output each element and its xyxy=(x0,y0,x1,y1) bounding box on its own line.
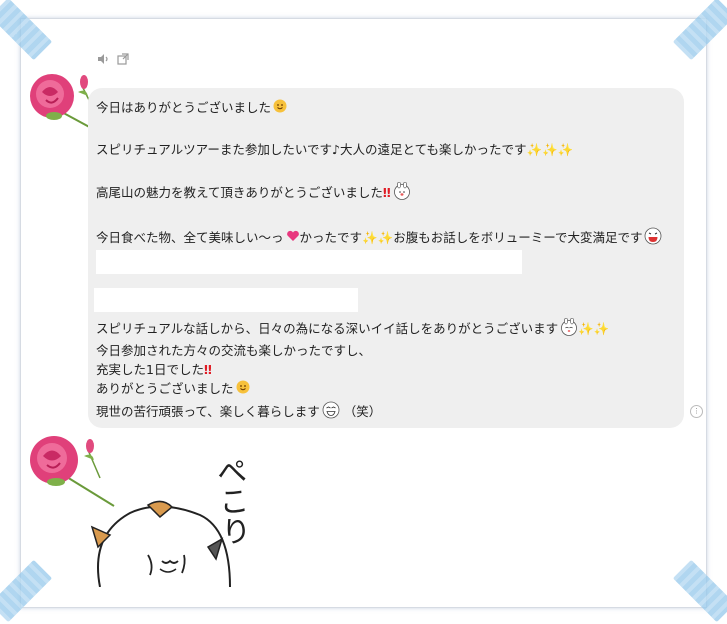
message-line: 今日参加された方々の交流も楽しかったですし、 xyxy=(96,343,372,358)
sparkles-icon: ✨ xyxy=(526,142,543,157)
redacted-bar xyxy=(94,288,358,312)
smile-emoji-icon xyxy=(273,99,287,118)
sparkles-icon: ✨ xyxy=(593,321,610,336)
message-toolbar xyxy=(96,52,130,66)
sparkling-heart-icon xyxy=(286,229,300,248)
message-line: 充実した1日でした‼ xyxy=(96,362,212,377)
message-line: 今日食べた物、全て美味しい〜っ かったです✨✨お腹もお話しをボリューミーで大変満… xyxy=(96,227,662,250)
message-line: スピリチュアルツアーまた参加したいです♪大人の遠足とても楽しかったです✨✨✨ xyxy=(96,142,574,157)
popout-icon[interactable] xyxy=(116,52,130,66)
sticker-caption: ぺこり xyxy=(209,454,252,548)
sparkles-icon: ✨ xyxy=(377,230,394,245)
sparkles-icon: ✨ xyxy=(542,142,558,157)
double-exclamation-icon: ‼ xyxy=(203,362,212,377)
message-line: 今日はありがとうございました xyxy=(96,99,287,118)
laughing-emoji-icon xyxy=(322,401,340,424)
message-line: ありがとうございました xyxy=(96,380,250,399)
sparkles-icon: ✨ xyxy=(362,230,378,245)
message-line: 高尾山の魅力を教えて頂きありがとうございました‼ xyxy=(96,181,411,205)
speaker-icon[interactable] xyxy=(96,52,110,66)
message-line: スピリチュアルな話しから、日々の為になる深いイイ話しをありがとうございます ✨✨ xyxy=(96,317,610,341)
rabbit-emoji-icon xyxy=(560,317,578,341)
double-exclamation-icon: ‼ xyxy=(382,185,391,200)
grinning-emoji-icon xyxy=(644,227,662,250)
message-line: 現世の苦行頑張って、楽しく暮らします （笑） xyxy=(96,401,381,424)
rabbit-emoji-icon xyxy=(393,181,411,205)
redacted-bar xyxy=(96,250,522,274)
sparkles-icon: ✨ xyxy=(578,321,594,336)
smile-emoji-icon xyxy=(236,380,250,399)
sparkles-icon: ✨ xyxy=(557,142,574,157)
more-options-icon[interactable]: ⋮ xyxy=(690,405,703,418)
